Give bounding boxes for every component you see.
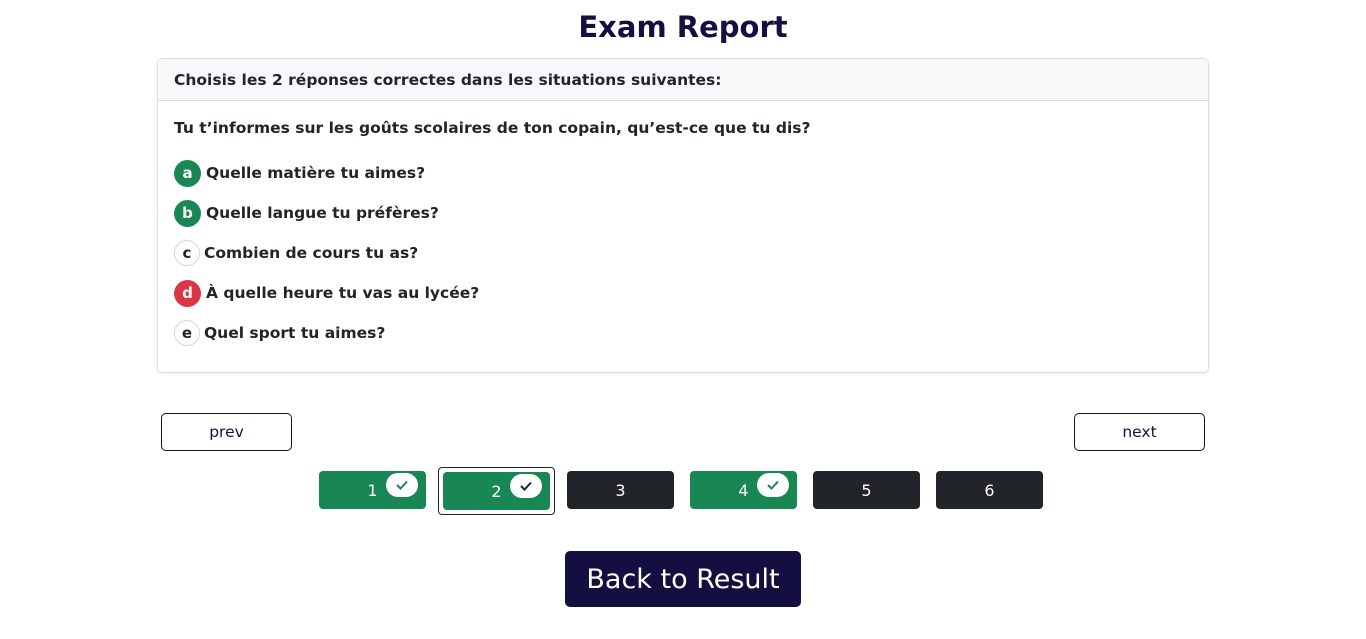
question-nav-1[interactable]: 1 (319, 471, 426, 509)
question-number: 3 (615, 480, 626, 500)
check-icon (386, 473, 418, 497)
question-nav-2[interactable]: 2 (443, 472, 550, 510)
question-nav-4[interactable]: 4 (690, 471, 797, 509)
option-text: Quelle matière tu aimes? (206, 164, 426, 182)
option-a[interactable]: a Quelle matière tu aimes? (174, 159, 1192, 187)
option-text: À quelle heure tu vas au lycée? (206, 284, 480, 302)
option-letter-badge: b (174, 199, 201, 227)
question-number: 1 (367, 480, 378, 500)
question-number: 2 (491, 481, 502, 501)
option-letter-badge: d (174, 279, 201, 307)
question-nav-3[interactable]: 3 (567, 471, 674, 509)
card-body: Tu t’informes sur les goûts scolaires de… (158, 101, 1208, 347)
option-d[interactable]: d À quelle heure tu vas au lycée? (174, 279, 1192, 307)
question-nav-6[interactable]: 6 (936, 471, 1043, 509)
question-number: 6 (984, 480, 995, 500)
option-letter-badge: a (174, 159, 201, 187)
option-letter-badge: c (174, 240, 200, 266)
option-e[interactable]: e Quel sport tu aimes? (174, 319, 1192, 347)
check-icon (510, 474, 542, 498)
option-letter-badge: e (174, 320, 200, 346)
question-number: 4 (738, 480, 749, 500)
question-nav-5[interactable]: 5 (813, 471, 920, 509)
option-b[interactable]: b Quelle langue tu préfères? (174, 199, 1192, 227)
option-text: Combien de cours tu as? (204, 244, 419, 262)
page-title: Exam Report (578, 10, 788, 44)
next-button[interactable]: next (1074, 413, 1205, 451)
option-c[interactable]: c Combien de cours tu as? (174, 239, 1192, 267)
question-text: Tu t’informes sur les goûts scolaires de… (174, 119, 811, 137)
question-card: Choisis les 2 réponses correctes dans le… (157, 58, 1209, 373)
option-text: Quel sport tu aimes? (204, 324, 386, 342)
card-header: Choisis les 2 réponses correctes dans le… (158, 59, 1208, 101)
back-to-result-button[interactable]: Back to Result (565, 551, 801, 607)
question-number: 5 (861, 480, 872, 500)
check-icon (757, 473, 789, 497)
option-text: Quelle langue tu préfères? (206, 204, 439, 222)
prev-button[interactable]: prev (161, 413, 292, 451)
